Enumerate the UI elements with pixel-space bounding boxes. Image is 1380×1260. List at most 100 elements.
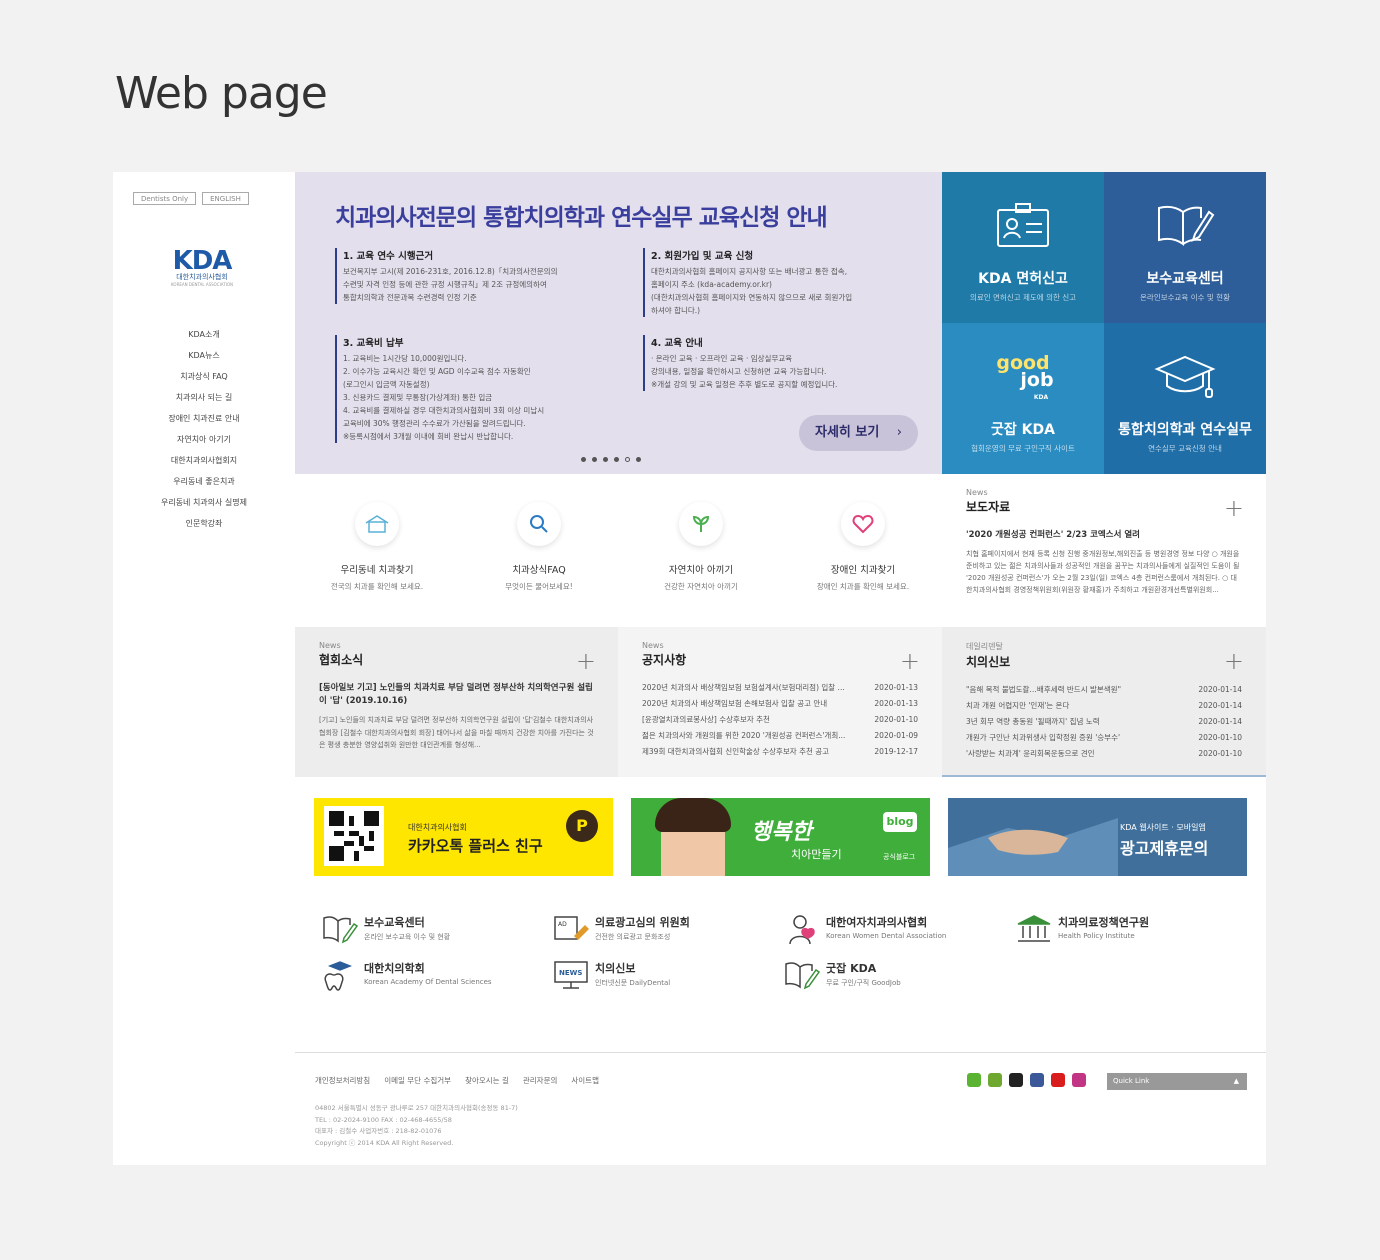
child-hair	[655, 798, 731, 832]
tile-subtitle: 연수실무 교육신청 안내	[1148, 444, 1222, 453]
panel-title[interactable]: 치의신보	[966, 653, 1242, 670]
panel-title[interactable]: 보도자료	[966, 498, 1242, 515]
naver-blog-icon[interactable]	[967, 1073, 981, 1087]
id-card-icon	[996, 202, 1050, 252]
link-education-center[interactable]: 보수교육센터 온라인 보수교육 이수 및 현황	[322, 910, 542, 950]
list-item-date: 2020-01-14	[1198, 685, 1242, 694]
link-ad-review-committee[interactable]: AD 의료광고심의 위원회 건전한 의료광고 문화조성	[553, 910, 773, 950]
sidebar-item-good-dentist[interactable]: 우리동네 좋은치과	[113, 471, 295, 492]
footer-address: 04802 서울특별시 성동구 광나루로 257 대한치과의사협회(송정동 81…	[315, 1104, 518, 1147]
banner-section-4: 4. 교육 안내 · 온라인 교육 · 오프라인 교육 · 임상실무교육 강의내…	[643, 335, 933, 391]
kakao-story-icon[interactable]	[988, 1073, 1002, 1087]
footer-link-directions[interactable]: 찾아오시는 길	[465, 1075, 509, 1086]
panel-label: News	[642, 641, 664, 650]
plus-icon[interactable]: +	[900, 647, 920, 675]
footer-link-admin[interactable]: 관리자문의	[523, 1075, 558, 1086]
footer-link-privacy[interactable]: 개인정보처리방침	[315, 1075, 370, 1086]
list-item-title: 3년 회무 역량 총동원 '될때까지' 집념 노력	[966, 717, 1100, 726]
carousel-dot[interactable]	[581, 457, 586, 462]
link-goodjob[interactable]: 굿잡 KDA 무료 구인/구직 GoodJob	[784, 956, 1004, 996]
list-item[interactable]: 제39회 대한치과의사협회 신인학술상 수상후보자 추천 공고 2019-12-1…	[642, 744, 918, 760]
list-item[interactable]: "음해 목적 불법도촬…배후세력 반드시 발본색원" 2020-01-14	[966, 682, 1242, 698]
panel-title[interactable]: 협회소식	[319, 651, 594, 668]
list-item[interactable]: 치과 개원 어렵지만 '인재'는 온다 2020-01-14	[966, 698, 1242, 714]
institute-building-icon	[1016, 914, 1052, 948]
panel-label: 데일리덴탈	[966, 642, 1003, 651]
carousel-dot[interactable]	[592, 457, 597, 462]
assoc-headline[interactable]: [동아일보 기고] 노인들의 치과치료 부담 덜려면 정부산하 치의학연구원 설…	[319, 682, 594, 708]
sidebar-item-humanities[interactable]: 인문학강좌	[113, 513, 295, 534]
list-item[interactable]: 3년 회무 역량 총동원 '될때까지' 집념 노력 2020-01-14	[966, 714, 1242, 730]
view-details-button[interactable]: 자세히 보기 ›	[799, 415, 918, 451]
carousel-dot-active[interactable]	[625, 457, 630, 462]
tile-education-center[interactable]: 보수교육센터 온라인보수교육 이수 및 현황	[1104, 172, 1266, 323]
sidebar-item-become-dentist[interactable]: 치과의사 되는 길	[113, 387, 295, 408]
tile-license-report[interactable]: KDA 면허신고 의료인 면허신고 제도에 의한 신고	[942, 172, 1104, 323]
footer-link-email-refusal[interactable]: 이메일 무단 수집거부	[384, 1075, 451, 1086]
tile-integrated-dentistry[interactable]: 통합치의학과 연수실무 연수실무 교육신청 안내	[1104, 323, 1266, 474]
list-item[interactable]: 2020년 치과의사 배상책임보험 보험설계사(보험대리점) 입찰 ... 202…	[642, 680, 918, 696]
tile-subtitle: 의료인 면허신고 제도에 의한 신고	[969, 293, 1077, 302]
tile-title: 보수교육센터	[1146, 271, 1224, 287]
footer-link-sitemap[interactable]: 사이트맵	[571, 1075, 599, 1086]
happy-teeth-blog-ad[interactable]: 행복한 치아만들기 blog 공식블로그	[631, 798, 930, 876]
daily-dental-panel: 데일리덴탈 치의신보 + "음해 목적 불법도촬…배후세력 반드시 발본색원" 2…	[942, 627, 1266, 777]
goodjob-logo-job: job	[1020, 369, 1054, 391]
book-pencil-icon	[322, 914, 359, 948]
tile-title: KDA 면허신고	[978, 271, 1068, 287]
main-banner[interactable]: 치과의사전문의 통합치의학과 연수실무 교육신청 안내 1. 교육 연수 시행근…	[295, 172, 942, 474]
kda-logo[interactable]: KDA 대한치과의사협회 KOREAN DENTAL ASSOCIATION	[167, 248, 237, 287]
list-item[interactable]: 젊은 치과의사와 개원의를 위한 2020 '개원성공 컨퍼런스'개최... 20…	[642, 728, 918, 744]
panel-title[interactable]: 공지사항	[642, 651, 918, 668]
sidebar-item-faq[interactable]: 치과상식 FAQ	[113, 366, 295, 387]
list-item-title: "음해 목적 불법도촬…배후세력 반드시 발본색원"	[966, 685, 1122, 694]
list-item[interactable]: '사랑받는 치과계' 윤리회복운동으로 견인 2020-01-10	[966, 746, 1242, 762]
webpage-mockup: Dentists Only ENGLISH KDA 대한치과의사협회 KOREA…	[113, 172, 1266, 1165]
quick-faq[interactable]: 치과상식FAQ 무엇이든 물어보세요!	[457, 502, 621, 592]
carousel-dot[interactable]	[636, 457, 641, 462]
carousel-dot[interactable]	[614, 457, 619, 462]
list-item[interactable]: 2020년 치과의사 배상책임보험 손해보험사 입찰 공고 안내 2020-01-…	[642, 696, 918, 712]
youtube-icon[interactable]	[1051, 1073, 1065, 1087]
press-headline[interactable]: '2020 개원성공 컨퍼런스' 2/23 코엑스서 열려	[966, 529, 1242, 542]
link-daily-dental[interactable]: NEWS 치의신보 인터넷신문 DailyDental	[553, 956, 773, 996]
english-button[interactable]: ENGLISH	[202, 192, 249, 205]
plus-icon[interactable]: +	[1224, 647, 1244, 675]
sidebar-item-natural-teeth[interactable]: 자연치아 아기기	[113, 429, 295, 450]
link-women-dental-association[interactable]: 대한여자치과의사협회 Korean Women Dental Associati…	[784, 910, 1004, 950]
tile-goodjob[interactable]: good job KDA 굿잡 KDA 협회운영의 무료 구인구직 사이트	[942, 323, 1104, 474]
banner-section-text: 보건복지부 고시(제 2016-231호, 2016.12.8)「치과의사전문의…	[343, 267, 558, 302]
plus-icon[interactable]: +	[576, 647, 596, 675]
link-subtitle: Korean Academy Of Dental Sciences	[364, 978, 492, 986]
kakao-plus-icon[interactable]	[1009, 1073, 1023, 1087]
quick-natural-teeth[interactable]: 자연치아 아끼기 건강한 자연치아 아끼기	[619, 502, 783, 592]
handshake-icon	[948, 798, 1118, 876]
list-item[interactable]: 개원가 구인난 치과위생사 입학정원 증원 '승부수' 2020-01-10	[966, 730, 1242, 746]
quick-find-dentist[interactable]: 우리동네 치과찾기 전국의 치과를 확인해 보세요.	[295, 502, 459, 592]
banner-section-heading: 2. 회원가입 및 교육 신청	[651, 251, 754, 262]
instagram-icon[interactable]	[1072, 1073, 1086, 1087]
link-academy-dental-sciences[interactable]: 대한치의학회 Korean Academy Of Dental Sciences	[322, 956, 542, 996]
sidebar-item-about[interactable]: KDA소개	[113, 324, 295, 345]
carousel-dot[interactable]	[603, 457, 608, 462]
dentists-only-button[interactable]: Dentists Only	[133, 192, 197, 205]
kakao-plus-ad[interactable]: 대한치과의사협회 카카오톡 플러스 친구 P	[314, 798, 613, 876]
notice-panel: News 공지사항 + 2020년 치과의사 배상책임보험 보험설계사(보험대리…	[618, 627, 942, 777]
carousel-dots	[581, 457, 641, 462]
plus-icon[interactable]: +	[1224, 494, 1244, 522]
sidebar-item-disabled-care[interactable]: 장애인 치과진료 안내	[113, 408, 295, 429]
advertising-inquiry-ad[interactable]: KDA 웹사이트 · 모바일앱 광고제휴문의	[948, 798, 1247, 876]
sidebar-item-news[interactable]: KDA뉴스	[113, 345, 295, 366]
link-policy-institute[interactable]: 치과의료정책연구원 Health Policy Institute	[1016, 910, 1236, 950]
list-item[interactable]: [윤광열치과의료봉사상] 수상후보자 추천 2020-01-10	[642, 712, 918, 728]
link-title: 치의신보	[595, 962, 636, 975]
sidebar-item-journal[interactable]: 대한치과의사협회지	[113, 450, 295, 471]
tooth-graduation-icon	[322, 960, 358, 996]
facebook-icon[interactable]	[1030, 1073, 1044, 1087]
banner-section-text: 대한치과의사협회 홈페이지 공지사항 또는 배너광고 통한 접속, 홈페이지 주…	[651, 267, 853, 315]
view-details-label: 자세히 보기	[815, 425, 880, 440]
quick-disabled-dentist[interactable]: 장애인 치과찾기 장애인 치과를 확인해 보세요.	[781, 502, 945, 592]
search-icon	[517, 502, 561, 546]
sidebar-item-dentist-realname[interactable]: 우리동네 치과의사 실명제	[113, 492, 295, 513]
quick-link-select[interactable]: Quick Link ▲	[1107, 1073, 1247, 1090]
